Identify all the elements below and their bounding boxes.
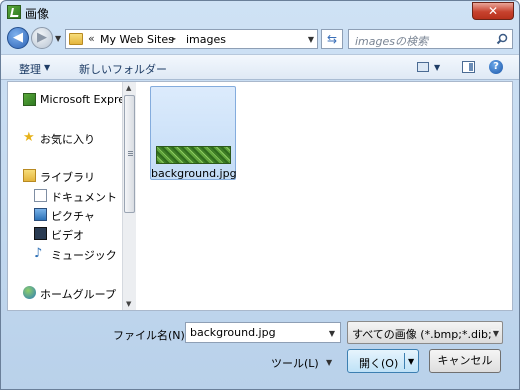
nav-item-label: ドキュメント xyxy=(51,191,117,204)
title-bar[interactable]: 画像 ✕ xyxy=(1,1,519,25)
address-dropdown-icon[interactable]: ▼ xyxy=(308,35,314,44)
open-file-dialog: 画像 ✕ ◀ ▶ ▼ « My Web Sites ▸ images ▼ ⇆ i… xyxy=(0,0,520,390)
search-input[interactable]: imagesの検索 xyxy=(355,33,428,49)
command-bar: 整理 ▼ 新しいフォルダー ▼ ? xyxy=(1,54,519,80)
star-icon: ★ xyxy=(23,130,35,145)
change-view-icon[interactable] xyxy=(417,62,429,72)
cancel-button[interactable]: キャンセル xyxy=(429,349,501,373)
search-box[interactable]: imagesの検索 xyxy=(348,29,513,49)
filename-label: ファイル名(N): xyxy=(113,329,189,342)
nav-item-label: ピクチャ xyxy=(51,210,95,223)
folder-icon xyxy=(69,33,83,45)
nav-item-label: お気に入り xyxy=(40,133,95,146)
breadcrumb-images[interactable]: images xyxy=(186,33,226,46)
filename-value[interactable]: background.jpg xyxy=(190,326,276,339)
address-bar[interactable]: « My Web Sites ▸ images ▼ xyxy=(65,29,318,49)
nav-item-label: ビデオ xyxy=(51,229,84,242)
refresh-button[interactable]: ⇆ xyxy=(321,29,343,49)
help-icon[interactable]: ? xyxy=(489,60,503,74)
browser-area: Microsoft Express ★ お気に入り ライブラリ ドキュメント ピ… xyxy=(7,81,513,311)
filename-dropdown-icon[interactable]: ▼ xyxy=(329,329,335,338)
new-folder-button[interactable]: 新しいフォルダー xyxy=(79,61,167,77)
image-thumbnail xyxy=(156,146,231,164)
refresh-icon: ⇆ xyxy=(326,32,338,46)
nav-item-label: ミュージック xyxy=(51,249,117,262)
videos-icon xyxy=(34,227,47,240)
scroll-up-icon[interactable]: ▲ xyxy=(126,84,131,92)
breadcrumb-separator[interactable]: ▸ xyxy=(172,34,176,43)
close-button[interactable]: ✕ xyxy=(472,2,514,20)
window-title: 画像 xyxy=(25,7,50,21)
open-options-chevron-icon[interactable]: ▼ xyxy=(408,357,414,366)
nav-item-label: ホームグループ xyxy=(40,288,117,301)
tools-menu[interactable]: ツール(L) xyxy=(271,355,319,371)
scrollbar-thumb[interactable] xyxy=(124,95,135,213)
search-icon xyxy=(496,33,508,45)
breadcrumb-overflow[interactable]: « xyxy=(88,32,95,45)
grip-icon xyxy=(128,151,133,152)
pictures-icon xyxy=(34,208,47,221)
breadcrumb-my-web-sites[interactable]: My Web Sites xyxy=(100,33,174,46)
navigation-scrollbar[interactable]: ▲ ▼ xyxy=(122,82,136,310)
filename-field[interactable]: background.jpg ▼ xyxy=(185,322,341,343)
view-menu-chevron-icon[interactable]: ▼ xyxy=(434,63,440,72)
chevron-down-icon[interactable]: ▼ xyxy=(490,329,499,338)
back-button[interactable]: ◀ xyxy=(7,27,29,49)
forward-button[interactable]: ▶ xyxy=(31,27,53,49)
chevron-down-icon[interactable]: ▼ xyxy=(44,63,50,72)
open-button-label: 開く(O) xyxy=(359,357,399,370)
homegroup-icon xyxy=(23,286,36,299)
library-icon xyxy=(23,169,36,182)
file-type-select[interactable]: すべての画像 (*.bmp;*.dib;* ▼ xyxy=(347,321,503,344)
scroll-down-icon[interactable]: ▼ xyxy=(126,300,131,308)
split-divider xyxy=(404,353,405,369)
music-icon: ♪ xyxy=(34,246,43,261)
address-row: ◀ ▶ ▼ « My Web Sites ▸ images ▼ ⇆ images… xyxy=(1,25,519,53)
tools-chevron-icon[interactable]: ▼ xyxy=(326,358,332,367)
open-button[interactable]: 開く(O) ▼ xyxy=(347,349,419,373)
navigation-pane[interactable]: Microsoft Express ★ お気に入り ライブラリ ドキュメント ピ… xyxy=(8,82,122,310)
preview-pane-icon[interactable] xyxy=(462,61,475,73)
file-type-value: すべての画像 (*.bmp;*.dib;* xyxy=(352,328,498,341)
nav-item-label: Microsoft Express xyxy=(40,93,122,106)
documents-icon xyxy=(34,189,47,202)
expression-web-icon xyxy=(23,93,36,106)
file-list[interactable]: background.jpg xyxy=(137,82,512,310)
nav-item-label: ライブラリ xyxy=(40,171,95,184)
file-item[interactable]: background.jpg xyxy=(150,86,237,180)
recent-locations-dropdown[interactable]: ▼ xyxy=(55,34,61,43)
dialog-footer: ファイル名(N): background.jpg ▼ すべての画像 (*.bmp… xyxy=(1,312,519,389)
expression-web-icon xyxy=(7,5,21,19)
organize-button[interactable]: 整理 xyxy=(19,61,41,77)
file-name: background.jpg xyxy=(151,167,237,180)
